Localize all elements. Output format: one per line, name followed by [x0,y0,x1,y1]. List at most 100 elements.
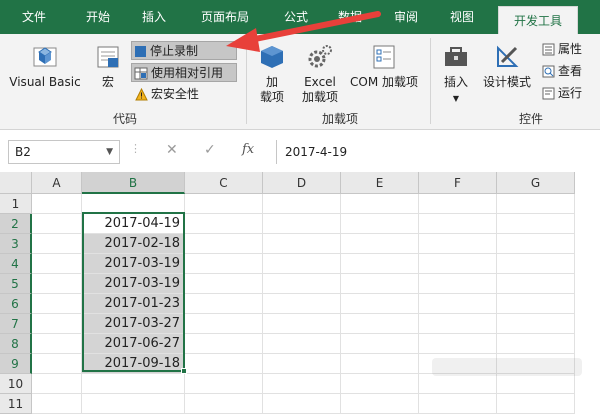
cell-f6[interactable] [419,294,497,314]
cell-a7[interactable] [32,314,82,334]
cell-d3[interactable] [263,234,341,254]
row-header-6[interactable]: 6 [0,294,32,314]
cell-d11[interactable] [263,394,341,414]
cell-g3[interactable] [497,234,575,254]
row-header-5[interactable]: 5 [0,274,32,294]
row-header-1[interactable]: 1 [0,194,32,214]
cell-f7[interactable] [419,314,497,334]
cell-e9[interactable] [341,354,419,374]
row-header-8[interactable]: 8 [0,334,32,354]
cell-e1[interactable] [341,194,419,214]
visual-basic-button[interactable]: Visual Basic [6,42,84,90]
cell-e3[interactable] [341,234,419,254]
row-header-9[interactable]: 9 [0,354,32,374]
cell-g8[interactable] [497,334,575,354]
row-header-4[interactable]: 4 [0,254,32,274]
cell-a2[interactable] [32,214,82,234]
cell-d8[interactable] [263,334,341,354]
cell-a3[interactable] [32,234,82,254]
tab-review[interactable]: 审阅 [386,0,426,34]
tab-developer[interactable]: 开发工具 [498,6,578,34]
macros-button[interactable]: 宏 [90,42,126,90]
row-header-2[interactable]: 2 [0,214,32,234]
chevron-down-icon[interactable]: ▼ [106,141,113,163]
cell-b11[interactable] [82,394,185,414]
column-header-d[interactable]: D [263,172,341,194]
cell-d10[interactable] [263,374,341,394]
insert-control-button[interactable]: 插入 ▼ [436,42,476,106]
row-header-10[interactable]: 10 [0,374,32,394]
column-header-e[interactable]: E [341,172,419,194]
cell-c7[interactable] [185,314,263,334]
cell-e7[interactable] [341,314,419,334]
column-header-a[interactable]: A [32,172,82,194]
cell-e4[interactable] [341,254,419,274]
cell-e2[interactable] [341,214,419,234]
cell-b1[interactable] [82,194,185,214]
cell-a6[interactable] [32,294,82,314]
cell-a1[interactable] [32,194,82,214]
cell-f8[interactable] [419,334,497,354]
tab-view[interactable]: 视图 [442,0,482,34]
cell-d1[interactable] [263,194,341,214]
cell-e8[interactable] [341,334,419,354]
cell-c8[interactable] [185,334,263,354]
cell-a11[interactable] [32,394,82,414]
com-addins-button[interactable]: COM 加载项 [344,42,424,90]
cell-g11[interactable] [497,394,575,414]
cell-f2[interactable] [419,214,497,234]
cell-a10[interactable] [32,374,82,394]
cell-e5[interactable] [341,274,419,294]
excel-addins-button[interactable]: Excel 加载项 [296,42,344,105]
cell-c11[interactable] [185,394,263,414]
design-mode-button[interactable]: 设计模式 [478,42,536,90]
cell-e6[interactable] [341,294,419,314]
cell-b3[interactable]: 2017-02-18 [82,234,185,254]
column-header-b[interactable]: B [82,172,185,194]
cell-d5[interactable] [263,274,341,294]
cell-d9[interactable] [263,354,341,374]
cell-c1[interactable] [185,194,263,214]
tab-page-layout[interactable]: 页面布局 [190,0,260,34]
cell-d2[interactable] [263,214,341,234]
macro-security-button[interactable]: 宏安全性 [133,85,237,104]
stop-recording-button[interactable]: 停止录制 [131,41,237,60]
select-all-corner[interactable] [0,172,32,194]
row-header-11[interactable]: 11 [0,394,32,414]
cell-g7[interactable] [497,314,575,334]
cell-c2[interactable] [185,214,263,234]
tab-file[interactable]: 文件 [14,0,54,34]
addins-button[interactable]: 加 载项 [252,42,292,105]
cell-c5[interactable] [185,274,263,294]
enter-icon[interactable]: ✓ [204,142,216,158]
cell-b5[interactable]: 2017-03-19 [82,274,185,294]
cell-a8[interactable] [32,334,82,354]
formula-input[interactable]: 2017-4-19 [276,140,586,164]
view-code-button[interactable]: 查看 [540,62,600,81]
use-relative-refs-button[interactable]: 使用相对引用 [131,63,237,82]
cell-d7[interactable] [263,314,341,334]
cell-f11[interactable] [419,394,497,414]
cell-c6[interactable] [185,294,263,314]
tab-formulas[interactable]: 公式 [276,0,316,34]
cell-f1[interactable] [419,194,497,214]
cell-g4[interactable] [497,254,575,274]
name-box[interactable]: B2 ▼ [8,140,120,164]
cancel-icon[interactable]: ✕ [166,142,178,158]
column-header-g[interactable]: G [497,172,575,194]
cell-c9[interactable] [185,354,263,374]
column-header-f[interactable]: F [419,172,497,194]
row-header-7[interactable]: 7 [0,314,32,334]
tab-home[interactable]: 开始 [78,0,118,34]
cell-g2[interactable] [497,214,575,234]
cell-f3[interactable] [419,234,497,254]
cell-a9[interactable] [32,354,82,374]
insert-function-icon[interactable]: fx [242,142,254,157]
column-header-c[interactable]: C [185,172,263,194]
cell-b2[interactable]: 2017-04-19 [82,214,185,234]
run-dialog-button[interactable]: 运行 [540,84,600,103]
cell-e11[interactable] [341,394,419,414]
cell-b10[interactable] [82,374,185,394]
properties-button[interactable]: 属性 [540,40,600,59]
cell-c3[interactable] [185,234,263,254]
